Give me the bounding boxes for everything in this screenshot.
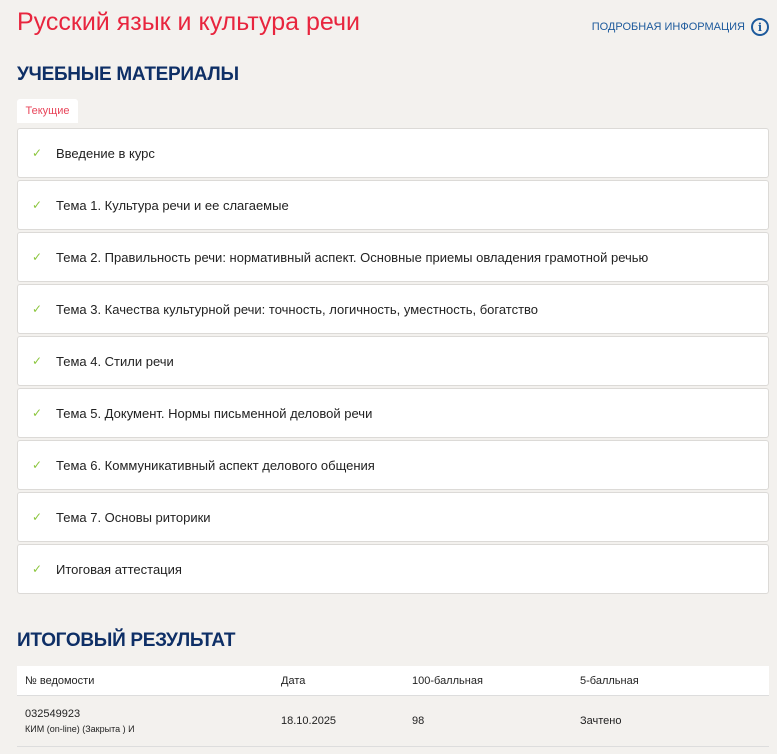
- material-item[interactable]: ✓ Тема 5. Документ. Нормы письменной дело…: [17, 388, 769, 438]
- more-info-label: ПОДРОБНАЯ ИНФОРМАЦИЯ: [591, 21, 745, 33]
- date-cell: 18.10.2025: [273, 695, 404, 747]
- more-info-link[interactable]: ПОДРОБНАЯ ИНФОРМАЦИЯ i: [592, 18, 769, 36]
- material-item[interactable]: ✓ Введение в курс: [17, 128, 769, 178]
- col-date: Дата: [273, 666, 404, 696]
- results-table: № ведомости Дата 100-балльная 5-балльная…: [17, 666, 769, 747]
- materials-heading: УЧЕБНЫЕ МАТЕРИАЛЫ: [17, 64, 239, 85]
- check-icon: ✓: [31, 510, 42, 524]
- check-icon: ✓: [31, 146, 42, 160]
- material-item[interactable]: ✓ Итоговая аттестация: [17, 544, 769, 594]
- check-icon: ✓: [31, 458, 42, 472]
- material-item[interactable]: ✓ Тема 7. Основы риторики: [17, 492, 769, 542]
- col-number: № ведомости: [17, 666, 273, 696]
- material-item[interactable]: ✓ Тема 2. Правильность речи: нормативный …: [17, 232, 769, 282]
- score5-cell: Зачтено: [572, 695, 769, 747]
- material-title: Тема 4. Стили речи: [56, 353, 174, 369]
- material-title: Тема 2. Правильность речи: нормативный а…: [56, 249, 649, 265]
- material-title: Тема 3. Качества культурной речи: точнос…: [56, 301, 539, 317]
- material-title: Тема 6. Коммуникативный аспект делового …: [56, 457, 375, 473]
- col-score5: 5-балльная: [572, 666, 769, 696]
- check-icon: ✓: [31, 354, 42, 368]
- check-icon: ✓: [31, 406, 42, 420]
- results-heading: ИТОГОВЫЙ РЕЗУЛЬТАТ: [17, 630, 236, 651]
- check-icon: ✓: [31, 302, 42, 316]
- table-row: 032549923 КИМ (on-line) (Закрыта ) И 18.1…: [17, 695, 769, 747]
- score100-cell: 98: [404, 695, 572, 747]
- sheet-note: КИМ (on-line) (Закрыта ) И: [25, 724, 135, 734]
- sheet-number: 032549923: [25, 708, 81, 720]
- check-icon: ✓: [31, 562, 42, 576]
- tab-current[interactable]: Текущие: [17, 99, 78, 123]
- material-item[interactable]: ✓ Тема 3. Качества культурной речи: точно…: [17, 284, 769, 334]
- material-item[interactable]: ✓ Тема 4. Стили речи: [17, 336, 769, 386]
- check-icon: ✓: [31, 250, 42, 264]
- page-title: Русский язык и культура речи: [17, 8, 360, 36]
- material-title: Итоговая аттестация: [56, 561, 182, 577]
- material-item[interactable]: ✓ Тема 1. Культура речи и ее слагаемые: [17, 180, 769, 230]
- material-title: Тема 5. Документ. Нормы письменной делов…: [56, 405, 373, 421]
- material-item[interactable]: ✓ Тема 6. Коммуникативный аспект делового…: [17, 440, 769, 490]
- material-title: Тема 1. Культура речи и ее слагаемые: [56, 197, 289, 213]
- materials-list: ✓ Введение в курс ✓ Тема 1. Культура речи и…: [17, 128, 769, 596]
- col-score100: 100-балльная: [404, 666, 572, 696]
- check-icon: ✓: [31, 198, 42, 212]
- material-title: Тема 7. Основы риторики: [56, 509, 211, 525]
- material-title: Введение в курс: [56, 145, 155, 161]
- info-icon: i: [751, 18, 769, 36]
